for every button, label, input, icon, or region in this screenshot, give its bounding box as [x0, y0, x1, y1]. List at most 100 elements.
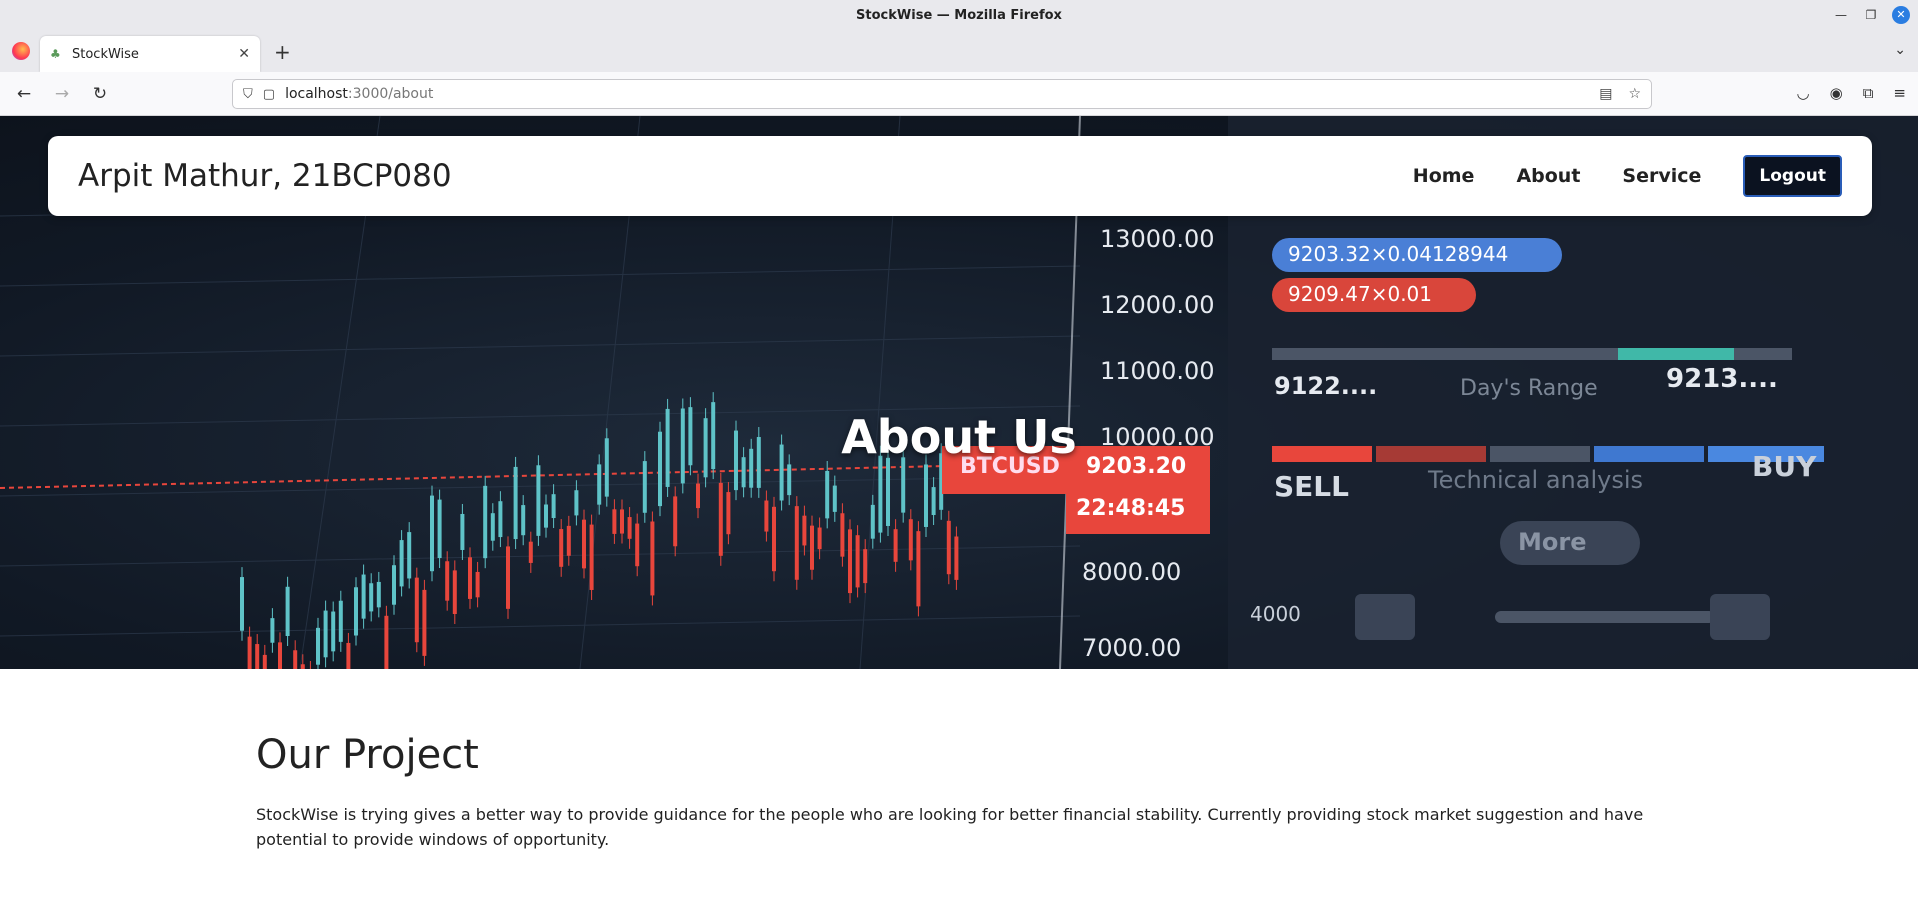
candle-body [460, 513, 465, 550]
candle-body [878, 455, 883, 533]
new-tab-icon[interactable]: + [274, 40, 291, 64]
candle-body [468, 557, 472, 599]
logout-button[interactable]: Logout [1743, 155, 1842, 197]
hero-title: About Us [841, 410, 1077, 464]
candle-body [620, 509, 624, 534]
candle-body [673, 496, 678, 547]
candle-body [650, 521, 655, 596]
candle-body [825, 470, 830, 519]
site-favicon-icon: ♣ [50, 47, 61, 61]
list-all-tabs-icon[interactable]: ⌄ [1894, 42, 1906, 58]
candle-body [338, 600, 343, 642]
candle-body [931, 487, 936, 516]
candle-body [863, 549, 868, 584]
minimize-icon[interactable]: — [1832, 8, 1850, 22]
candle-body [566, 525, 571, 556]
candle-body [255, 644, 260, 669]
candle-body [392, 565, 396, 605]
toolbar-right: ◡ ◉ ⧉ ≡ [1797, 84, 1906, 102]
tab-stockwise[interactable]: ♣ StockWise ✕ [40, 36, 260, 72]
candle-body [475, 571, 480, 598]
project-description: StockWise is trying gives a better way t… [256, 805, 1644, 849]
candle-body [916, 531, 921, 607]
menu-icon[interactable]: ≡ [1893, 84, 1906, 102]
candle-body [696, 483, 700, 509]
nav-service-link[interactable]: Service [1622, 165, 1701, 187]
tab-bar: ♣ StockWise ✕ + ⌄ [0, 30, 1918, 72]
candle-body [832, 485, 837, 512]
account-icon[interactable]: ◉ [1830, 84, 1843, 102]
candle-body [536, 465, 541, 536]
reader-view-icon[interactable]: ▤ [1599, 86, 1612, 102]
candle-body [278, 642, 282, 669]
candle-body [612, 509, 617, 534]
reload-icon[interactable]: ↻ [84, 78, 116, 110]
forward-icon[interactable]: → [46, 78, 78, 110]
ticker-time: 22:48:45 [1076, 496, 1186, 521]
candle-body [544, 504, 548, 528]
candle-body [369, 583, 374, 612]
address-bar[interactable]: ⛉ ▢ localhost:3000/about ▤ ☆ [232, 79, 1652, 109]
candle-body [361, 574, 366, 619]
back-icon[interactable]: ← [8, 78, 40, 110]
nav-links: Home About Service Logout [1413, 155, 1842, 197]
candle-body [407, 532, 412, 579]
candle-body [430, 495, 434, 572]
range-high: 9213.... [1666, 364, 1778, 394]
candle-body [323, 610, 328, 658]
window-controls: — ❐ ✕ [1832, 6, 1910, 24]
candle-body [946, 520, 951, 575]
candle-body [810, 525, 814, 570]
close-window-icon[interactable]: ✕ [1892, 6, 1910, 24]
restore-icon[interactable]: ❐ [1862, 8, 1880, 22]
candle-body [589, 524, 594, 590]
candle-body [802, 515, 807, 546]
extensions-icon[interactable]: ⧉ [1863, 84, 1874, 102]
candle-body [635, 523, 640, 567]
candle-body [300, 664, 305, 669]
candle-body [787, 464, 792, 496]
nav-about-link[interactable]: About [1516, 165, 1580, 187]
candle-body [285, 586, 290, 637]
candle-body [855, 535, 860, 588]
candle-body [764, 500, 769, 532]
price-label: 11000.00 [1100, 357, 1215, 385]
url-path: :3000/about [347, 86, 434, 102]
candle-body [574, 490, 579, 516]
candle-body [817, 527, 822, 550]
candle-body [498, 501, 503, 538]
window-title: StockWise — Mozilla Firefox [856, 7, 1062, 23]
candle-body [483, 485, 488, 559]
candle-body [840, 513, 845, 557]
candle-body [794, 506, 799, 580]
candle-body [270, 618, 275, 643]
bookmark-star-icon[interactable]: ☆ [1628, 86, 1641, 102]
close-tab-icon[interactable]: ✕ [238, 46, 250, 62]
candle-body [240, 577, 244, 631]
candle-body [445, 561, 450, 601]
candle-body [559, 529, 564, 567]
range-low: 9122.... [1274, 372, 1378, 400]
candle-body [772, 506, 776, 572]
candle-body [627, 517, 632, 539]
candle-body [513, 466, 518, 540]
pocket-icon[interactable]: ◡ [1797, 84, 1810, 102]
more-label: More [1518, 528, 1587, 556]
candle-body [848, 529, 852, 594]
candle-body [437, 499, 442, 559]
firefox-logo-icon [12, 42, 30, 60]
candle-body [893, 529, 898, 562]
range-label: Day's Range [1460, 376, 1598, 401]
candle-body [506, 546, 510, 609]
url-text[interactable]: localhost:3000/about [285, 86, 433, 102]
nav-home-link[interactable]: Home [1413, 165, 1475, 187]
candle-body [642, 461, 647, 513]
price-label: 7000.00 [1082, 634, 1182, 662]
candle-body [376, 581, 381, 608]
window-titlebar: StockWise — Mozilla Firefox — ❐ ✕ [0, 0, 1918, 30]
site-brand[interactable]: Arpit Mathur, 21BCP080 [78, 158, 452, 194]
shield-icon[interactable]: ⛉ [243, 87, 253, 102]
candle-body [718, 482, 723, 556]
candle-body [726, 492, 731, 535]
candle-body [247, 636, 252, 669]
